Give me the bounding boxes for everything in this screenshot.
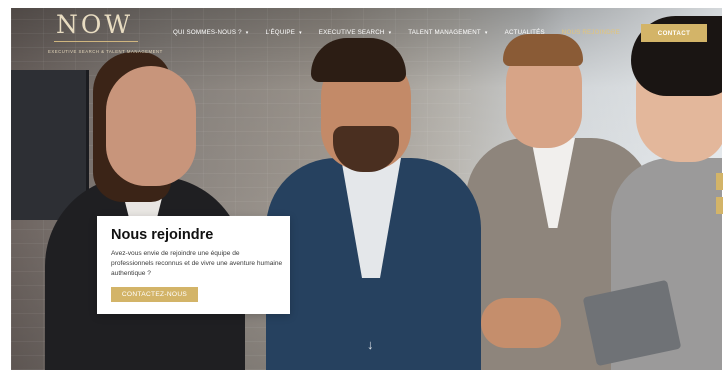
- handshake: [481, 298, 561, 348]
- man-right-hair: [503, 34, 583, 66]
- main-navigation: QUI SOMMES-NOUS ? ▾ L'ÉQUIPE ▾ EXECUTIVE…: [173, 29, 637, 36]
- page: NOW EXECUTIVE SEARCH & TALENT MANAGEMENT…: [0, 0, 723, 377]
- nav-item-talent-management[interactable]: TALENT MANAGEMENT ▾: [408, 29, 487, 36]
- woman-left-face: [106, 66, 196, 186]
- nav-item-label: TALENT MANAGEMENT: [408, 29, 481, 36]
- nav-item-label: EXECUTIVE SEARCH: [318, 29, 385, 36]
- brand-logo[interactable]: NOW EXECUTIVE SEARCH & TALENT MANAGEMENT: [42, 10, 163, 56]
- join-us-card: Nous rejoindre Avez-vous envie de rejoin…: [97, 216, 290, 314]
- chevron-down-icon: ▾: [484, 29, 488, 36]
- nav-item-label: NOUS REJOINDRE: [561, 29, 620, 36]
- chevron-down-icon: ▾: [245, 29, 249, 36]
- nav-item-actualites[interactable]: ACTUALITÉS: [505, 29, 545, 36]
- nav-item-label: QUI SOMMES-NOUS ?: [173, 29, 242, 36]
- nav-item-qui-sommes-nous[interactable]: QUI SOMMES-NOUS ? ▾: [173, 29, 248, 36]
- contact-us-button[interactable]: CONTACTEZ-NOUS: [111, 287, 198, 302]
- nav-item-label: L'ÉQUIPE: [265, 29, 296, 36]
- logo-tagline: EXECUTIVE SEARCH & TALENT MANAGEMENT: [48, 49, 163, 54]
- chevron-down-icon: ▾: [299, 29, 302, 36]
- side-tab-top[interactable]: [716, 173, 723, 190]
- side-tab-bottom[interactable]: [716, 197, 723, 214]
- nav-item-executive-search[interactable]: EXECUTIVE SEARCH ▾: [319, 29, 392, 36]
- contact-button[interactable]: CONTACT: [641, 24, 707, 42]
- nav-item-label: ACTUALITÉS: [504, 29, 545, 36]
- arrow-down-icon[interactable]: ↓: [367, 337, 374, 352]
- nav-item-equipe[interactable]: L'ÉQUIPE ▾: [265, 29, 301, 36]
- man-center-hair: [311, 38, 406, 82]
- hero-banner: [11, 8, 722, 370]
- logo-wordmark: NOW: [56, 10, 134, 39]
- card-title: Nous rejoindre: [111, 227, 214, 243]
- chevron-down-icon: ▾: [388, 29, 392, 36]
- card-description: Avez-vous envie de rejoindre une équipe …: [111, 250, 283, 277]
- nav-item-nous-rejoindre[interactable]: NOUS REJOINDRE: [562, 29, 620, 36]
- logo-divider: [54, 41, 138, 42]
